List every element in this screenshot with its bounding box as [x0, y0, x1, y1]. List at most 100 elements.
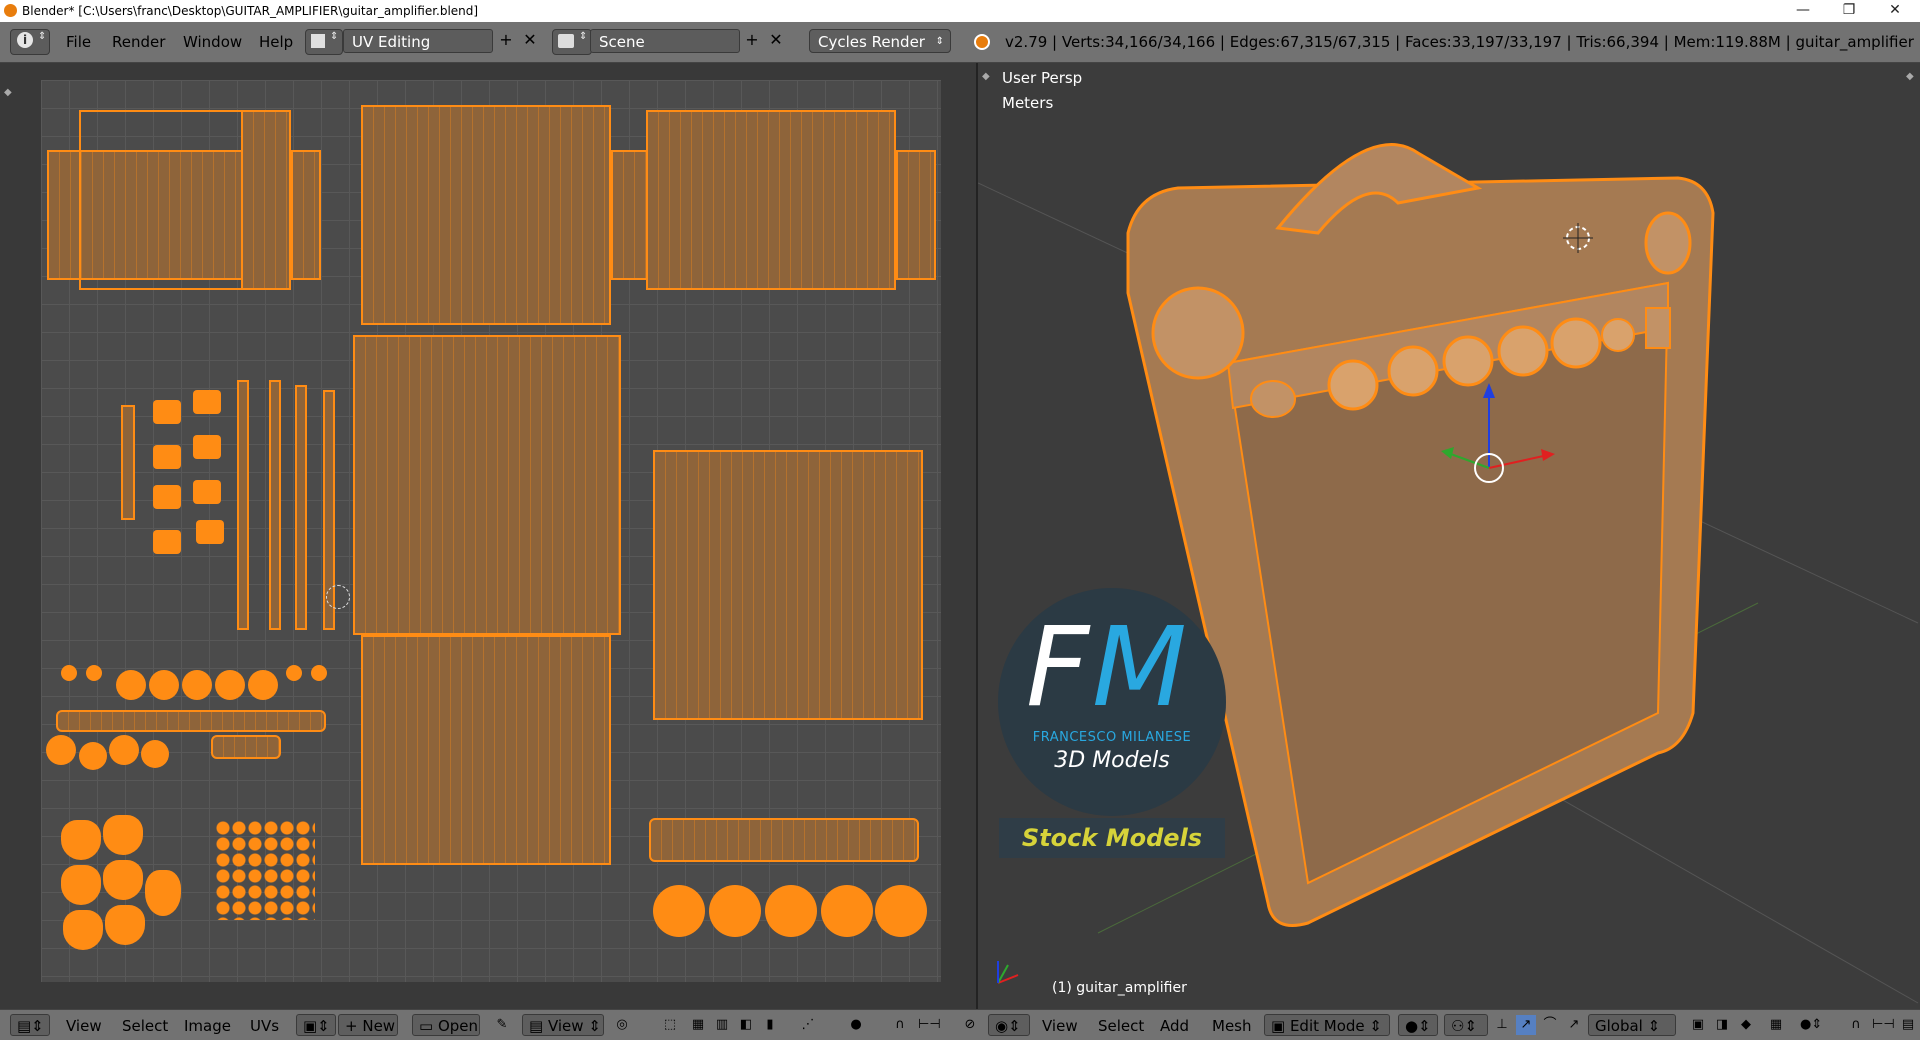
- uv-island-small[interactable]: [153, 400, 181, 424]
- uv-island-large[interactable]: [353, 335, 621, 635]
- face-select-mode-icon[interactable]: ◆: [1736, 1015, 1756, 1035]
- uv-island-bar[interactable]: [649, 818, 919, 862]
- snap-element-icon[interactable]: ⊢⊣: [1872, 1015, 1895, 1035]
- screen-layout-icon[interactable]: ⇕: [305, 29, 343, 55]
- knob[interactable]: [1327, 359, 1379, 411]
- layers-icon[interactable]: ▤: [1898, 1015, 1918, 1035]
- pivot-point-dropdown[interactable]: ⚇⇕: [1444, 1014, 1488, 1036]
- uv-2d-cursor-icon[interactable]: [326, 585, 350, 609]
- pin-icon[interactable]: ✎: [492, 1015, 512, 1035]
- uv-layer-icon[interactable]: ⊘: [960, 1015, 980, 1035]
- menu-window[interactable]: Window: [183, 30, 242, 54]
- uv-island-pick[interactable]: [105, 905, 145, 945]
- uv-menu-view[interactable]: View: [66, 1015, 102, 1037]
- uv-island-strip[interactable]: [269, 380, 281, 630]
- uv-island-knob[interactable]: [61, 665, 77, 681]
- scale-manipulator-icon[interactable]: ↗: [1564, 1015, 1584, 1035]
- uv-island-knob[interactable]: [215, 670, 245, 700]
- island-select-icon[interactable]: ▮: [760, 1015, 780, 1035]
- corner-protector[interactable]: [1644, 211, 1692, 275]
- uv-island-pick[interactable]: [63, 910, 103, 950]
- uv-island-square[interactable]: [653, 450, 923, 720]
- uv-island[interactable]: [361, 105, 611, 325]
- uv-menu-select[interactable]: Select: [122, 1015, 168, 1037]
- menu-file[interactable]: File: [66, 30, 91, 54]
- uv-island-pick[interactable]: [103, 860, 143, 900]
- uv-island-gear[interactable]: [46, 735, 76, 765]
- minimize-button[interactable]: —: [1780, 0, 1826, 22]
- 3d-editor-type-button[interactable]: ◉⇕: [988, 1014, 1030, 1036]
- uv-island-small[interactable]: [193, 390, 221, 414]
- uv-island-small[interactable]: [153, 530, 181, 554]
- uv-island-strip[interactable]: [291, 150, 321, 280]
- sync-selection-icon[interactable]: ⬚: [660, 1015, 680, 1035]
- sticky-mode-icon[interactable]: ⋰: [798, 1015, 818, 1035]
- uv-image-editor[interactable]: ◆: [0, 63, 976, 1009]
- uv-grid[interactable]: [41, 80, 941, 982]
- uv-island-small[interactable]: [193, 480, 221, 504]
- uv-island-small[interactable]: [196, 520, 224, 544]
- uv-island-speaker[interactable]: [709, 885, 761, 937]
- jack-input[interactable]: [1250, 380, 1296, 418]
- delete-scene-button[interactable]: ✕: [766, 30, 786, 52]
- uv-island-small[interactable]: [193, 435, 221, 459]
- edge-select-mode-icon[interactable]: ◨: [1712, 1015, 1732, 1035]
- uv-island-small[interactable]: [153, 445, 181, 469]
- proportional-edit-icon[interactable]: ●: [846, 1015, 866, 1035]
- power-switch[interactable]: [1645, 307, 1671, 349]
- delete-screen-button[interactable]: ✕: [520, 30, 540, 52]
- uv-island-speaker[interactable]: [821, 885, 873, 937]
- uv-island-speaker[interactable]: [875, 885, 927, 937]
- uv-island-jack[interactable]: [211, 735, 281, 759]
- manipulator-toggle-icon[interactable]: ⊥: [1492, 1015, 1512, 1035]
- uv-island-strip[interactable]: [896, 150, 936, 280]
- face-select-icon[interactable]: ◧: [736, 1015, 756, 1035]
- translate-manipulator-icon[interactable]: ↗: [1516, 1015, 1536, 1035]
- uv-island-knob[interactable]: [311, 665, 327, 681]
- menu-render[interactable]: Render: [112, 30, 165, 54]
- close-button[interactable]: ✕: [1872, 0, 1918, 22]
- edge-select-icon[interactable]: ▥: [712, 1015, 732, 1035]
- uv-island-dot-grid[interactable]: [215, 820, 315, 920]
- screen-layout-field[interactable]: UV Editing: [343, 29, 493, 53]
- uv-island-knob[interactable]: [86, 665, 102, 681]
- uv-island-strip[interactable]: [295, 385, 307, 630]
- uv-island-knob[interactable]: [116, 670, 146, 700]
- 3d-menu-view[interactable]: View: [1042, 1015, 1078, 1037]
- 3d-viewport[interactable]: ◆ ◆ User Persp Meters (1) guitar_amplifi…: [978, 63, 1920, 1009]
- image-browse-button[interactable]: ▣⇕: [296, 1014, 336, 1036]
- uv-island-pick[interactable]: [61, 865, 101, 905]
- 3d-menu-add[interactable]: Add: [1160, 1015, 1189, 1037]
- maximize-button[interactable]: ❐: [1826, 0, 1872, 22]
- uv-island-pick[interactable]: [145, 870, 181, 916]
- uv-island-strip[interactable]: [237, 380, 249, 630]
- snap-icon[interactable]: ∩: [890, 1015, 910, 1035]
- uv-menu-image[interactable]: Image: [184, 1015, 231, 1037]
- knob[interactable]: [1387, 345, 1439, 397]
- occlude-geometry-icon[interactable]: ▦: [1766, 1015, 1786, 1035]
- uv-view-mode-dropdown[interactable]: ▤ View ⇕: [522, 1014, 604, 1036]
- uv-island-small[interactable]: [153, 485, 181, 509]
- led-light[interactable]: [1601, 318, 1635, 352]
- uv-island-gear[interactable]: [109, 735, 139, 765]
- uv-island-strip[interactable]: [611, 150, 651, 280]
- uv-island-pick[interactable]: [103, 815, 143, 855]
- uv-island[interactable]: [361, 635, 611, 865]
- interaction-mode-dropdown[interactable]: ▣ Edit Mode ⇕: [1264, 1014, 1390, 1036]
- uv-island-knob[interactable]: [286, 665, 302, 681]
- transform-orientation-dropdown[interactable]: Global ⇕: [1588, 1014, 1676, 1036]
- scene-icon[interactable]: ⇕: [552, 29, 592, 55]
- menu-help[interactable]: Help: [259, 30, 293, 54]
- uv-island-knob[interactable]: [149, 670, 179, 700]
- vertex-select-mode-icon[interactable]: ▣: [1688, 1015, 1708, 1035]
- knob[interactable]: [1497, 325, 1549, 377]
- 3d-menu-select[interactable]: Select: [1098, 1015, 1144, 1037]
- uv-island-gear[interactable]: [79, 742, 107, 770]
- snap-element-icon[interactable]: ⊢⊣: [918, 1015, 941, 1035]
- add-screen-button[interactable]: +: [496, 30, 516, 52]
- uv-island-pick[interactable]: [61, 820, 101, 860]
- uv-island-gear[interactable]: [141, 740, 169, 768]
- proportional-edit-icon[interactable]: ●⇕: [1800, 1015, 1822, 1035]
- new-image-button[interactable]: + New: [338, 1014, 398, 1036]
- knob[interactable]: [1550, 317, 1602, 369]
